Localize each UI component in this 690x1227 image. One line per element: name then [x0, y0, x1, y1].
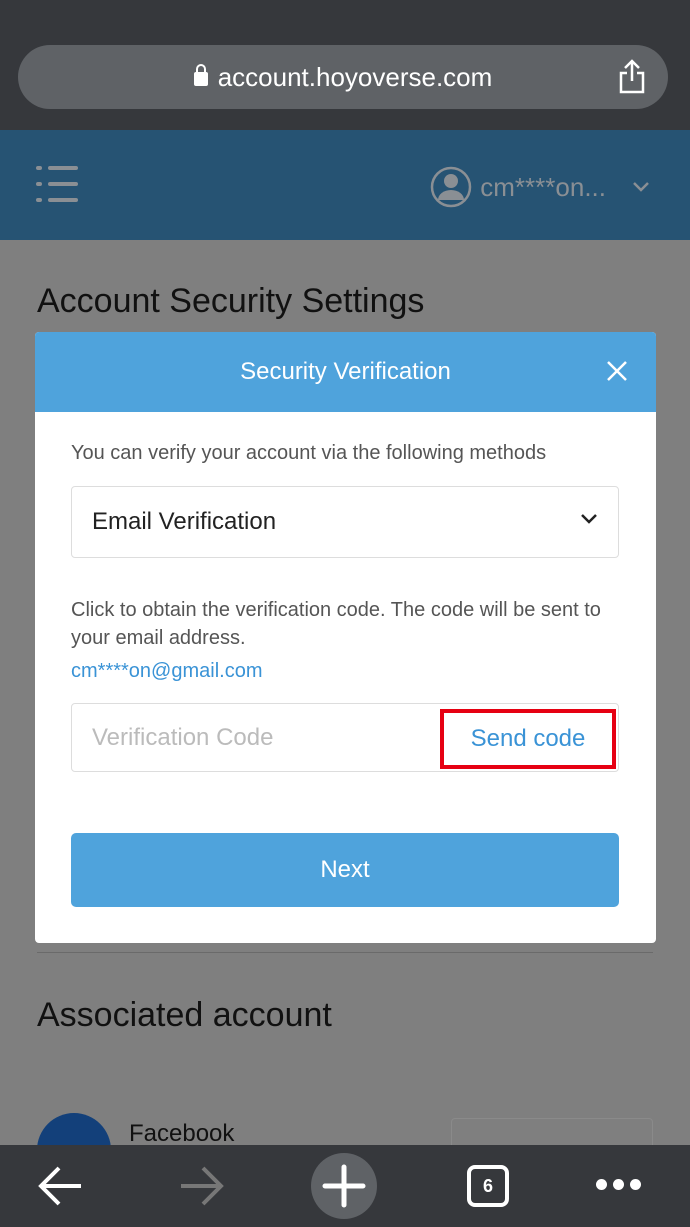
username: cm****on... [480, 171, 606, 202]
dialog-description: You can verify your account via the foll… [71, 442, 547, 464]
lock-icon [193, 64, 208, 86]
info-text: Click to obtain the verification code. T… [71, 599, 601, 649]
selected-method: Email Verification [92, 508, 277, 535]
divider [37, 952, 653, 953]
browser-bottom-bar: 6 [0, 1145, 690, 1227]
security-verification-dialog: Security Verification You can verify you… [35, 332, 656, 943]
browser-top-bar: account.hoyoverse.com [0, 0, 690, 130]
email-address: cm****on@gmail.com [71, 660, 263, 682]
verification-method-select[interactable]: Email Verification [71, 486, 619, 558]
url-text: account.hoyoverse.com [217, 61, 493, 92]
new-tab-button[interactable] [311, 1145, 377, 1227]
verification-code-field: Send code [71, 703, 619, 772]
send-code-button[interactable]: Send code [440, 709, 616, 769]
dialog-header: Security Verification [35, 332, 656, 412]
avatar-icon [431, 166, 472, 208]
associated-account-heading: Associated account [37, 996, 332, 1034]
next-button[interactable]: Next [71, 833, 619, 907]
close-icon[interactable] [606, 360, 628, 382]
menu-icon[interactable] [36, 164, 78, 204]
dialog-title: Security Verification [240, 358, 451, 385]
forward-button[interactable] [172, 1145, 232, 1227]
back-button[interactable] [30, 1145, 90, 1227]
verification-code-input[interactable] [92, 704, 422, 771]
facebook-label: Facebook [129, 1120, 235, 1147]
plus-icon [311, 1153, 377, 1219]
tab-count: 6 [467, 1165, 509, 1207]
chevron-down-icon [633, 182, 649, 192]
more-menu-button[interactable] [590, 1145, 646, 1227]
user-menu[interactable]: cm****on... [430, 160, 650, 214]
tabs-button[interactable]: 6 [465, 1145, 511, 1227]
arrow-left-icon [38, 1166, 81, 1206]
address-bar[interactable]: account.hoyoverse.com [18, 45, 668, 109]
arrow-right-icon [181, 1166, 224, 1206]
site-header: cm****on... [0, 130, 690, 240]
chevron-down-icon [581, 514, 597, 524]
page-title: Account Security Settings [37, 282, 425, 320]
more-icon [593, 1177, 644, 1195]
share-icon[interactable] [618, 59, 646, 95]
